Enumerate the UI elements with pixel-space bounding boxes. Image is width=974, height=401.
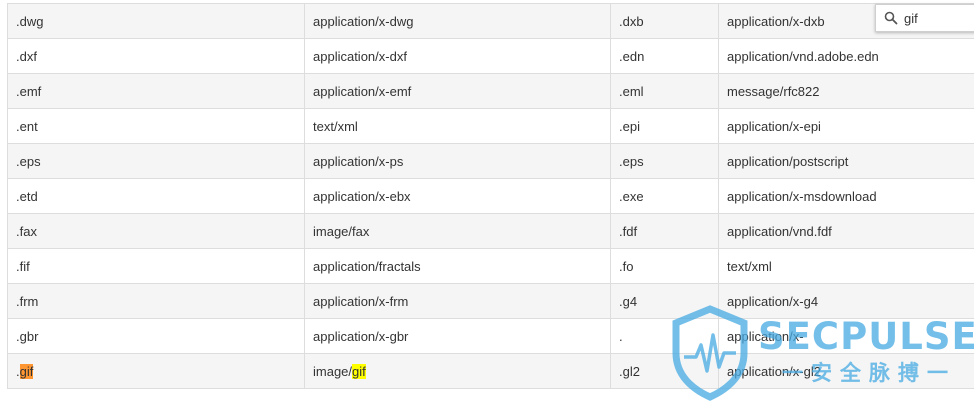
table-row: .fif application/fractals .fo text/xml <box>7 248 974 284</box>
extension-cell: .g4 <box>610 283 719 319</box>
mime-type-cell: application/x-frm <box>304 283 611 319</box>
table-row: .frm application/x-frm .g4 application/x… <box>7 283 974 319</box>
mime-type-cell: image/fax <box>304 213 611 249</box>
find-in-page-bar <box>875 4 974 32</box>
mime-type-cell: application/x-msdownload <box>718 178 974 214</box>
mime-type-cell: application/x-gl2 <box>718 353 974 389</box>
extension-cell: .fif <box>7 248 305 284</box>
extension-cell: .eml <box>610 73 719 109</box>
mime-type-cell: application/x-g4 <box>718 283 974 319</box>
search-icon <box>884 11 898 25</box>
search-match: gif <box>352 363 366 379</box>
extension-cell: .emf <box>7 73 305 109</box>
mime-type-cell: text/xml <box>304 108 611 144</box>
mime-type-cell: application/x-epi <box>718 108 974 144</box>
mime-type-cell: application/x-emf <box>304 73 611 109</box>
mime-type-cell: application/x- <box>718 318 974 354</box>
extension-cell: .dwg <box>7 3 305 39</box>
table-row: .fax image/fax .fdf application/vnd.fdf <box>7 213 974 249</box>
table-row: .ent text/xml .epi application/x-epi <box>7 108 974 144</box>
mime-type-table: .dwg application/x-dwg .dxb application/… <box>7 3 974 389</box>
mime-type-cell: application/vnd.adobe.edn <box>718 38 974 74</box>
extension-cell: .dxb <box>610 3 719 39</box>
extension-cell: .gl2 <box>610 353 719 389</box>
extension-cell: .fo <box>610 248 719 284</box>
table-row: .etd application/x-ebx .exe application/… <box>7 178 974 214</box>
mime-type-cell: application/x-ebx <box>304 178 611 214</box>
mime-type-cell: application/x-gbr <box>304 318 611 354</box>
extension-cell: .epi <box>610 108 719 144</box>
extension-cell: .gbr <box>7 318 305 354</box>
mime-type-cell: application/postscript <box>718 143 974 179</box>
mime-type-cell: application/x-ps <box>304 143 611 179</box>
mime-prefix: image/ <box>313 363 353 379</box>
extension-cell: .eps <box>7 143 305 179</box>
mime-type-cell: application/x-dxf <box>304 38 611 74</box>
table-row: .emf application/x-emf .eml message/rfc8… <box>7 73 974 109</box>
table-row: .gbr application/x-gbr . application/x- <box>7 318 974 354</box>
table-row: .gif image/gif .gl2 application/x-gl2 <box>7 353 974 389</box>
extension-cell: .eps <box>610 143 719 179</box>
extension-cell: .gif <box>7 353 305 389</box>
table-row: .dxf application/x-dxf .edn application/… <box>7 38 974 74</box>
mime-type-cell: application/vnd.fdf <box>718 213 974 249</box>
extension-cell: .dxf <box>7 38 305 74</box>
extension-cell: .exe <box>610 178 719 214</box>
extension-cell: .edn <box>610 38 719 74</box>
mime-type-cell: image/gif <box>304 353 611 389</box>
extension-cell: .fax <box>7 213 305 249</box>
extension-cell: .frm <box>7 283 305 319</box>
mime-type-cell: application/x-dwg <box>304 3 611 39</box>
find-input[interactable] <box>904 8 974 28</box>
extension-cell: .etd <box>7 178 305 214</box>
mime-type-cell: text/xml <box>718 248 974 284</box>
extension-cell: . <box>610 318 719 354</box>
extension-cell: .fdf <box>610 213 719 249</box>
extension-cell: .ent <box>7 108 305 144</box>
table-row: .eps application/x-ps .eps application/p… <box>7 143 974 179</box>
table-row: .dwg application/x-dwg .dxb application/… <box>7 3 974 39</box>
mime-type-cell: message/rfc822 <box>718 73 974 109</box>
mime-type-cell: application/fractals <box>304 248 611 284</box>
active-search-match: gif <box>19 363 34 379</box>
